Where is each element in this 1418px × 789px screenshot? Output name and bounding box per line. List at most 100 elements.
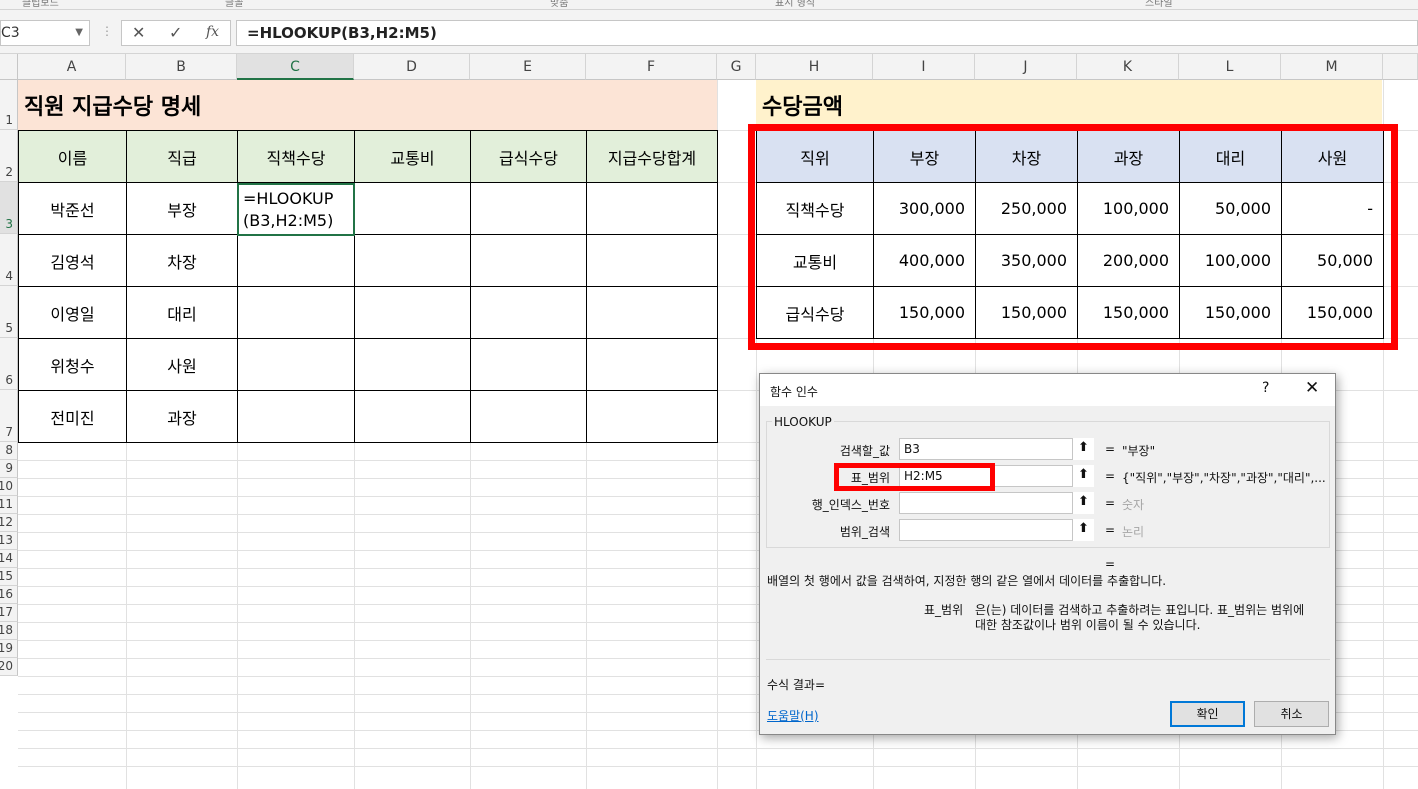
cancel-button[interactable]: 취소 <box>1254 701 1329 727</box>
formula-input[interactable]: =HLOOKUP(B3,H2:M5) <box>236 20 1418 46</box>
employee-name[interactable]: 전미진 <box>18 390 127 443</box>
highlight-table-box <box>748 124 1398 350</box>
row-header-6[interactable]: 6 <box>0 338 18 390</box>
ribbon-label-font: 글꼴 <box>225 0 244 9</box>
name-box[interactable]: C3 ▼ <box>0 20 90 46</box>
left-cell[interactable] <box>470 338 587 391</box>
collapse-dialog-icon[interactable]: ⬆ <box>1072 519 1094 541</box>
row-number: 20 <box>0 659 13 673</box>
arg-result: "부장" <box>1122 444 1156 458</box>
dialog-titlebar[interactable]: 함수 인수 ? ✕ <box>760 374 1335 406</box>
ok-button[interactable]: 확인 <box>1170 701 1245 727</box>
collapse-dialog-icon[interactable]: ⬆ <box>1072 492 1094 514</box>
left-cell[interactable] <box>354 234 471 287</box>
left-cell[interactable] <box>237 390 355 443</box>
arg-label: 범위_검색 <box>839 525 890 539</box>
collapse-dialog-icon[interactable]: ⬆ <box>1072 465 1094 487</box>
row-header-20[interactable]: 20 <box>0 658 18 676</box>
left-cell[interactable] <box>470 234 587 287</box>
ribbon-label-styles: 스타일 <box>1145 0 1173 9</box>
left-cell[interactable] <box>354 182 471 235</box>
employee-rank[interactable]: 차장 <box>126 234 238 287</box>
arg-input[interactable] <box>899 492 1094 514</box>
row-header-13[interactable]: 13 <box>0 532 18 550</box>
column-header-c[interactable]: C <box>237 54 354 80</box>
left-cell[interactable] <box>354 390 471 443</box>
row-header-10[interactable]: 10 <box>0 478 18 496</box>
left-cell[interactable] <box>586 338 718 391</box>
row-header-1[interactable]: 1 <box>0 80 18 130</box>
column-header-d[interactable]: D <box>354 54 470 80</box>
column-header-e[interactable]: E <box>470 54 586 80</box>
column-header-i[interactable]: I <box>873 54 975 80</box>
select-all-corner[interactable] <box>0 54 18 80</box>
employee-name[interactable]: 위청수 <box>18 338 127 391</box>
collapse-dialog-icon[interactable]: ⬆ <box>1072 438 1094 460</box>
arg-label: 행_인덱스_번호 <box>811 498 890 512</box>
row-header-4[interactable]: 4 <box>0 234 18 286</box>
left-cell[interactable] <box>470 286 587 339</box>
column-header-h[interactable]: H <box>756 54 873 80</box>
row-header-18[interactable]: 18 <box>0 622 18 640</box>
ribbon-group-labels: 클립보드 글꼴 맞춤 표시 형식 스타일 <box>0 0 1418 10</box>
row-header-15[interactable]: 15 <box>0 568 18 586</box>
row-number: 13 <box>0 533 13 547</box>
left-cell[interactable] <box>470 390 587 443</box>
row-number: 2 <box>5 165 13 179</box>
row-header-19[interactable]: 19 <box>0 640 18 658</box>
ribbon-label-clipboard: 클립보드 <box>22 0 59 9</box>
left-cell[interactable] <box>354 338 471 391</box>
left-cell[interactable] <box>237 338 355 391</box>
column-header-g[interactable]: G <box>717 54 756 80</box>
column-header-k[interactable]: K <box>1077 54 1179 80</box>
help-link[interactable]: 도움말(H) <box>767 707 819 724</box>
column-header-f[interactable]: F <box>586 54 717 80</box>
more-icon: ⋮ <box>101 24 113 38</box>
employee-name[interactable]: 이영일 <box>18 286 127 339</box>
employee-name[interactable]: 김영석 <box>18 234 127 287</box>
row-header-3[interactable]: 3 <box>0 182 18 234</box>
left-cell[interactable] <box>354 286 471 339</box>
arg-input[interactable] <box>899 519 1094 541</box>
row-header-12[interactable]: 12 <box>0 514 18 532</box>
column-header-b[interactable]: B <box>126 54 237 80</box>
left-cell[interactable] <box>586 286 718 339</box>
row-header-7[interactable]: 7 <box>0 390 18 442</box>
arg-input[interactable]: B3 <box>899 438 1094 460</box>
help-icon[interactable]: ? <box>1262 380 1269 396</box>
row-header-16[interactable]: 16 <box>0 586 18 604</box>
employee-name[interactable]: 박준선 <box>18 182 127 235</box>
row-header-14[interactable]: 14 <box>0 550 18 568</box>
employee-rank[interactable]: 대리 <box>126 286 238 339</box>
left-cell[interactable] <box>586 234 718 287</box>
column-header-a[interactable]: A <box>18 54 126 80</box>
row-header-17[interactable]: 17 <box>0 604 18 622</box>
column-header-j[interactable]: J <box>975 54 1077 80</box>
row-number: 6 <box>5 373 13 387</box>
column-header-l[interactable]: L <box>1179 54 1281 80</box>
left-cell[interactable] <box>586 182 718 235</box>
row-header-11[interactable]: 11 <box>0 496 18 514</box>
left-cell[interactable] <box>237 234 355 287</box>
row-header-9[interactable]: 9 <box>0 460 18 478</box>
left-cell[interactable] <box>237 286 355 339</box>
column-header-m[interactable]: M <box>1281 54 1383 80</box>
employee-rank[interactable]: 과장 <box>126 390 238 443</box>
employee-rank[interactable]: 사원 <box>126 338 238 391</box>
enter-formula-icon[interactable]: ✓ <box>169 23 182 42</box>
active-cell-c3[interactable]: =HLOOKUP(B3,H2:M5) <box>237 183 355 236</box>
close-icon[interactable]: ✕ <box>1305 378 1319 398</box>
cancel-formula-icon[interactable]: ✕ <box>132 23 145 42</box>
row-header-2[interactable]: 2 <box>0 130 18 182</box>
insert-function-icon[interactable]: fx <box>206 24 219 40</box>
left-cell[interactable] <box>470 182 587 235</box>
chevron-down-icon[interactable]: ▼ <box>75 21 83 45</box>
left-cell[interactable] <box>586 390 718 443</box>
right-table-title: 수당금액 <box>756 80 1382 130</box>
employee-rank[interactable]: 부장 <box>126 182 238 235</box>
row-header-8[interactable]: 8 <box>0 442 18 460</box>
arg-equals: = <box>1105 442 1116 456</box>
row-header-5[interactable]: 5 <box>0 286 18 338</box>
arg-description-label: 표_범위 <box>924 603 964 617</box>
grid-hline <box>18 748 1418 749</box>
